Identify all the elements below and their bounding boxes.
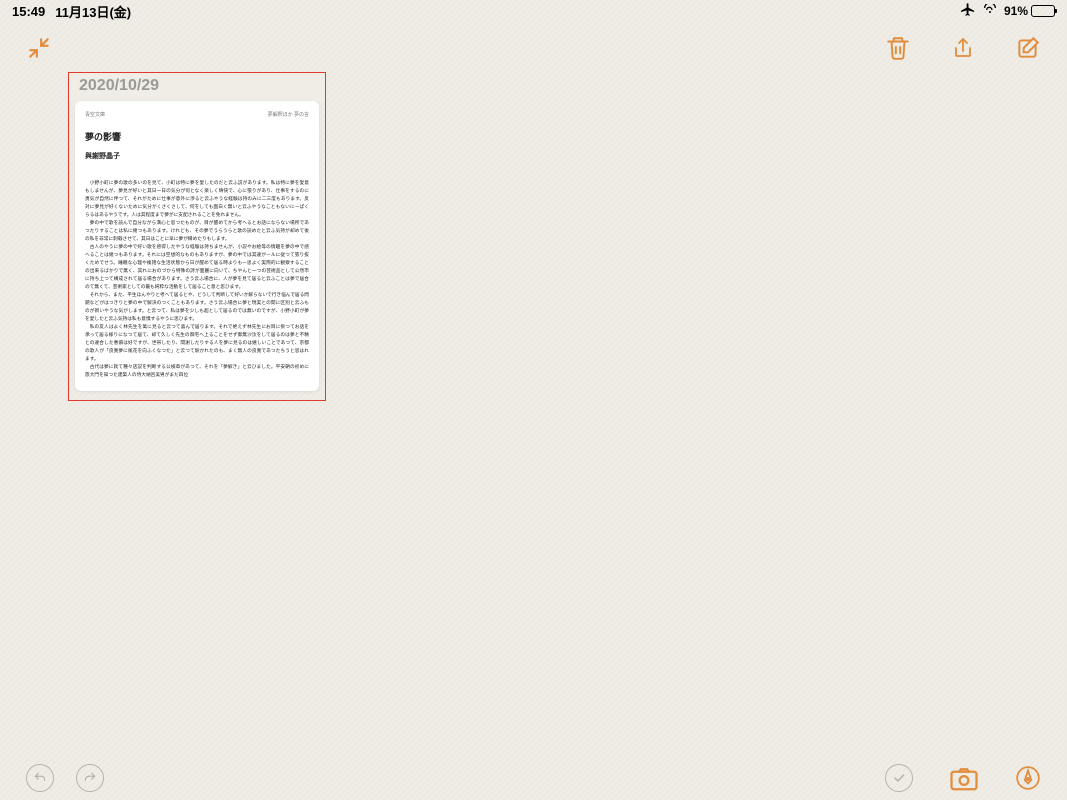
note-author: 與謝野晶子 <box>85 151 309 161</box>
confirm-button[interactable] <box>885 764 913 792</box>
note-title: 夢の影響 <box>85 130 309 143</box>
share-button[interactable] <box>951 34 975 62</box>
cellular-icon <box>982 4 998 19</box>
battery-icon <box>1031 5 1055 17</box>
notes-canvas[interactable]: 2020/10/29 青空文庫 夢解釈ほか 夢の言 夢の影響 與謝野晶子 小野小… <box>0 70 1067 756</box>
airplane-mode-icon <box>961 2 976 20</box>
note-thumbnail-selected[interactable]: 2020/10/29 青空文庫 夢解釈ほか 夢の言 夢の影響 與謝野晶子 小野小… <box>68 72 326 401</box>
note-page-preview: 青空文庫 夢解釈ほか 夢の言 夢の影響 與謝野晶子 小野小町に夢の歌の多いのを見… <box>75 101 319 391</box>
undo-button[interactable] <box>26 764 54 792</box>
note-date-label: 2020/10/29 <box>69 73 325 101</box>
note-collection-label: 夢解釈ほか 夢の言 <box>268 111 309 118</box>
battery-indicator: 91% <box>1004 4 1055 18</box>
status-time: 15:49 <box>12 4 45 19</box>
collapse-button[interactable] <box>26 35 52 61</box>
note-body-text: 小野小町に夢の歌の多いのを見て、小町は特に夢を愛したのだと云ふ説があります。私は… <box>85 179 309 379</box>
camera-button[interactable] <box>949 765 979 791</box>
pen-tool-button[interactable] <box>1015 765 1041 791</box>
bottom-toolbar <box>0 756 1067 800</box>
redo-button[interactable] <box>76 764 104 792</box>
compose-button[interactable] <box>1015 35 1041 61</box>
delete-button[interactable] <box>885 34 911 62</box>
note-source-label: 青空文庫 <box>85 111 105 118</box>
battery-percent: 91% <box>1004 4 1028 18</box>
top-toolbar <box>0 26 1067 70</box>
status-date: 11月13日(金) <box>55 2 131 21</box>
status-bar: 15:49 11月13日(金) 91% <box>0 0 1067 22</box>
